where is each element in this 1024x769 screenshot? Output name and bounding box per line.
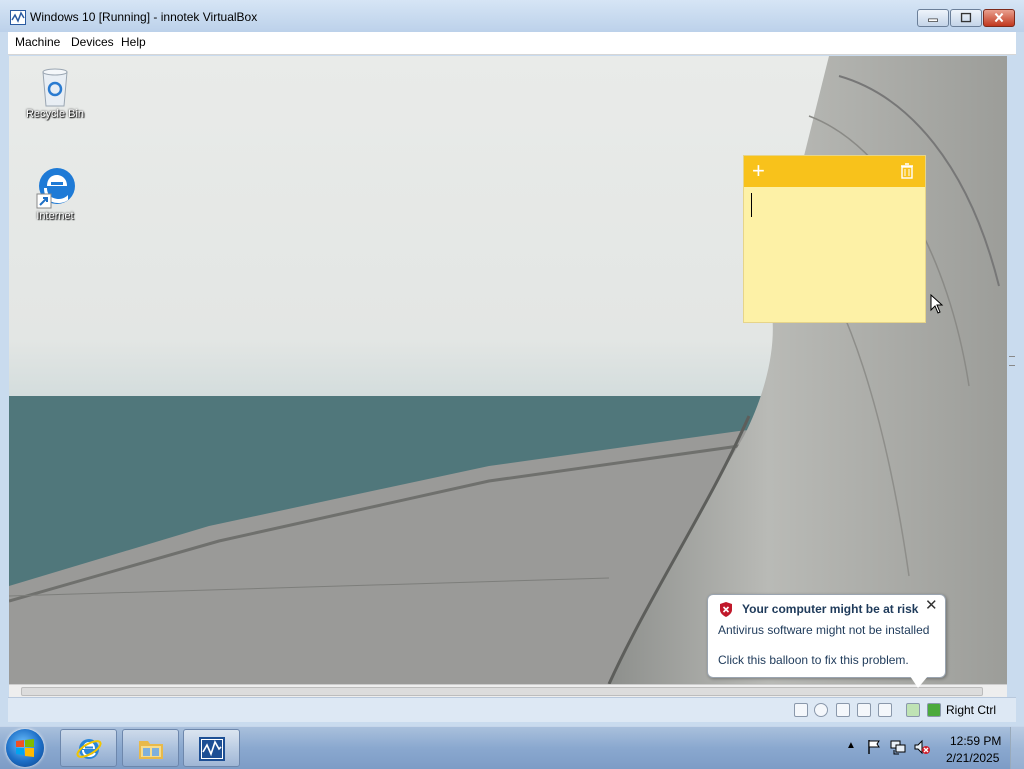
minimize-icon — [928, 18, 938, 22]
windows-logo-icon — [16, 739, 34, 757]
host-key-label: Right Ctrl — [946, 703, 997, 717]
menu-bar: Machine Devices Help — [8, 32, 1016, 55]
floppy-icon[interactable] — [836, 703, 850, 717]
folder-icon — [139, 741, 163, 759]
close-button[interactable] — [983, 9, 1015, 27]
add-note-button[interactable]: + — [752, 160, 765, 182]
window-title: Windows 10 [Running] - innotek VirtualBo… — [30, 10, 258, 24]
mouse-cursor-icon — [930, 294, 944, 314]
volume-muted-icon[interactable] — [914, 739, 930, 755]
balloon-title: Your computer might be at risk — [742, 602, 919, 616]
desktop-icon-label: Internet — [36, 210, 74, 222]
scrollbar-thumb[interactable] — [21, 687, 983, 696]
shared-folder-icon[interactable] — [878, 703, 892, 717]
desktop-icon-label: Recycle Bin — [25, 108, 85, 120]
horizontal-scrollbar[interactable] — [9, 684, 1007, 697]
maximize-icon — [960, 12, 972, 23]
taskbar-virtualbox[interactable] — [183, 729, 240, 767]
virtualbox-window: Windows 10 [Running] - innotek VirtualBo… — [0, 0, 1024, 726]
guest-display[interactable]: Recycle Bin Internet + — [9, 56, 1007, 684]
start-button[interactable] — [6, 729, 44, 767]
recycle-bin-icon — [35, 64, 75, 108]
maximize-button[interactable] — [950, 9, 982, 27]
clock-date[interactable]: 2/21/2025 — [946, 751, 999, 765]
text-caret — [751, 193, 752, 217]
menu-help[interactable]: Help — [121, 35, 146, 49]
close-icon — [994, 12, 1004, 23]
taskbar-file-explorer[interactable] — [122, 729, 179, 767]
taskbar: ▲ 12:59 PM 2/21/2025 — [0, 726, 1024, 769]
desktop-icon-recycle-bin[interactable]: Recycle Bin — [15, 64, 95, 120]
trash-icon[interactable] — [900, 163, 914, 179]
taskbar-internet-explorer[interactable] — [60, 729, 117, 767]
balloon-tail — [910, 676, 928, 688]
network-icon[interactable] — [857, 703, 871, 717]
balloon-close-button[interactable]: ✕ — [925, 598, 938, 613]
security-balloon[interactable]: Your computer might be at risk Antivirus… — [707, 594, 946, 678]
optical-drive-icon[interactable] — [814, 703, 828, 717]
show-hidden-icons-button[interactable]: ▲ — [846, 740, 856, 751]
network-tray-icon[interactable] — [890, 739, 906, 755]
edge-icon — [35, 166, 75, 210]
menu-devices[interactable]: Devices — [71, 35, 114, 49]
virtualbox-app-icon — [10, 10, 26, 25]
menu-machine[interactable]: Machine — [15, 35, 60, 49]
host-key-arrow-icon[interactable] — [927, 703, 941, 717]
action-center-flag-icon[interactable] — [866, 739, 882, 755]
balloon-fix-hint: Click this balloon to fix this problem. — [718, 653, 909, 667]
desktop-icon-internet[interactable]: Internet — [15, 166, 95, 222]
status-bar: Right Ctrl — [8, 697, 1016, 722]
title-bar[interactable]: Windows 10 [Running] - innotek VirtualBo… — [0, 0, 1024, 32]
virtualbox-icon — [199, 737, 225, 761]
security-shield-icon — [720, 602, 732, 617]
show-desktop-button[interactable] — [1010, 727, 1024, 769]
internet-explorer-icon — [76, 739, 102, 759]
hard-disk-icon[interactable] — [794, 703, 808, 717]
desktop-wallpaper — [9, 56, 1007, 684]
clock-time[interactable]: 12:59 PM — [950, 734, 1001, 748]
balloon-message: Antivirus software might not be installe… — [718, 623, 930, 637]
sticky-note[interactable]: + — [744, 156, 925, 322]
sticky-note-header: + — [744, 156, 925, 187]
mouse-integration-icon[interactable] — [906, 703, 920, 717]
minimize-button[interactable] — [917, 9, 949, 27]
vertical-scroll-grip[interactable] — [1009, 356, 1015, 366]
